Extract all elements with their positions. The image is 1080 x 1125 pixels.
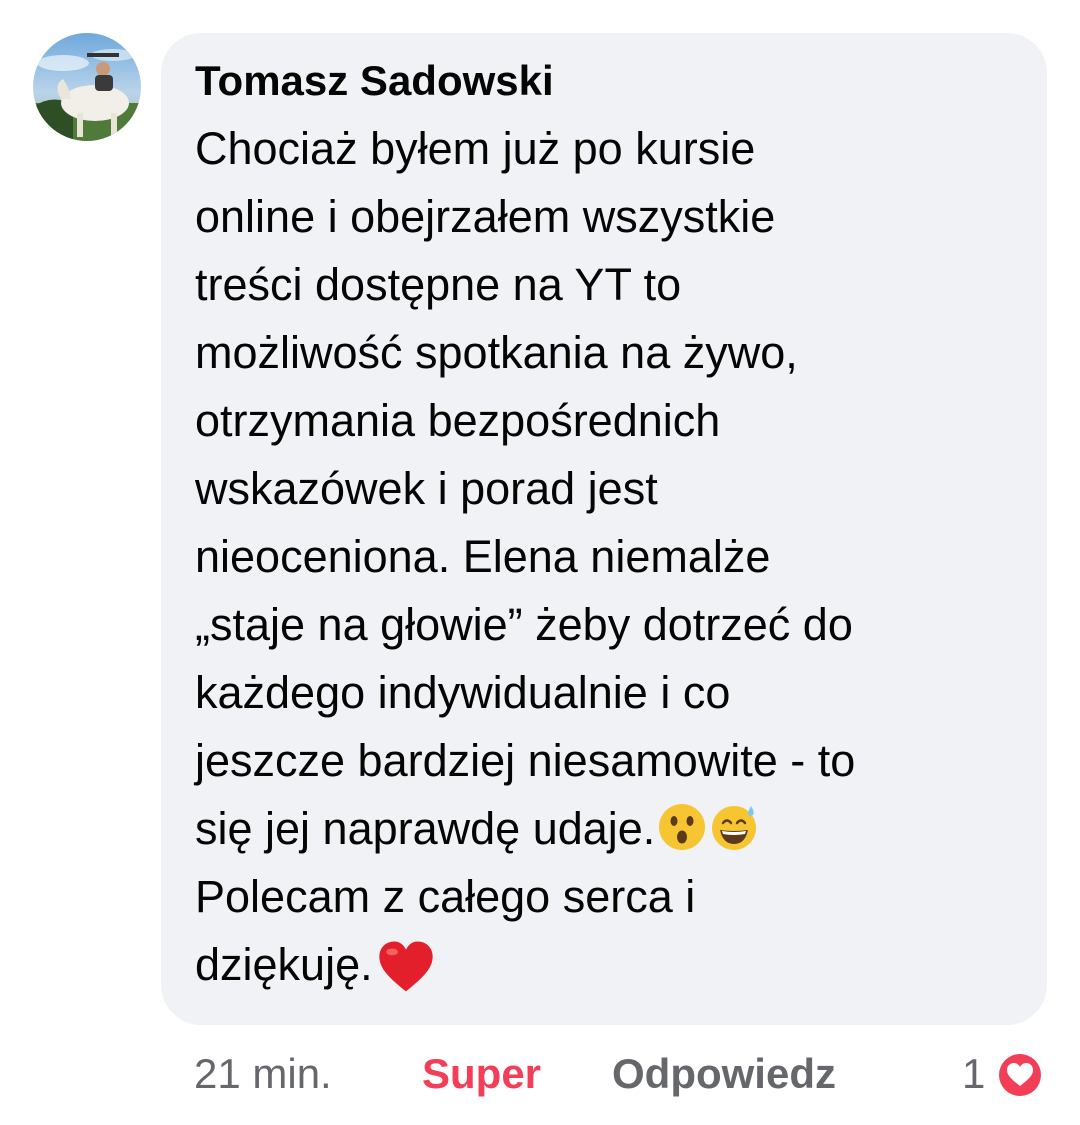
- comment-line: Chociaż byłem już po kursie: [195, 123, 756, 174]
- comment-line: jeszcze bardziej niesamowite - to: [195, 735, 856, 786]
- red-heart-emoji: [378, 941, 433, 992]
- grinning-sweat-face-emoji: [712, 806, 757, 850]
- love-reaction-icon[interactable]: [995, 1050, 1045, 1100]
- comment-line-with-emoji: dziękuję.: [195, 931, 1027, 999]
- comment-line: nieoceniona. Elena niemalże: [195, 531, 771, 582]
- comment-line: się jej naprawdę udaje.: [195, 803, 656, 854]
- comment-line: otrzymania bezpośrednich: [195, 395, 721, 446]
- comment-line: wskazówek i porad jest: [195, 463, 658, 514]
- comment-text: Chociaż byłem już po kursie online i obe…: [195, 115, 1027, 999]
- avatar[interactable]: [33, 33, 141, 141]
- comment-line: możliwość spotkania na żywo,: [195, 327, 798, 378]
- comment-line: Polecam z całego serca i: [195, 871, 696, 922]
- comment-bubble: Tomasz Sadowski Chociaż byłem już po kur…: [161, 33, 1047, 1025]
- comment-line: dziękuję.: [195, 939, 373, 990]
- comment-line-with-emojis: się jej naprawdę udaje.: [195, 795, 1027, 863]
- comment-container: Tomasz Sadowski Chociaż byłem już po kur…: [0, 0, 1080, 1125]
- astonished-face-emoji: [659, 804, 706, 850]
- reply-button[interactable]: Odpowiedz: [612, 1047, 836, 1101]
- comment-line: każdego indywidualnie i co: [195, 667, 731, 718]
- comment-timestamp[interactable]: 21 min.: [194, 1047, 332, 1101]
- reaction-count[interactable]: 1: [962, 1047, 985, 1101]
- avatar-photo: [33, 33, 141, 141]
- comment-line: treści dostępne na YT to: [195, 259, 682, 310]
- super-reaction-button[interactable]: Super: [422, 1047, 541, 1101]
- comment-author[interactable]: Tomasz Sadowski: [195, 55, 1027, 107]
- comment-line: „staje na głowie” żeby dotrzeć do: [195, 599, 853, 650]
- comment-actions: 21 min. Super Odpowiedz 1: [0, 1047, 1080, 1101]
- comment-line: online i obejrzałem wszystkie: [195, 191, 776, 242]
